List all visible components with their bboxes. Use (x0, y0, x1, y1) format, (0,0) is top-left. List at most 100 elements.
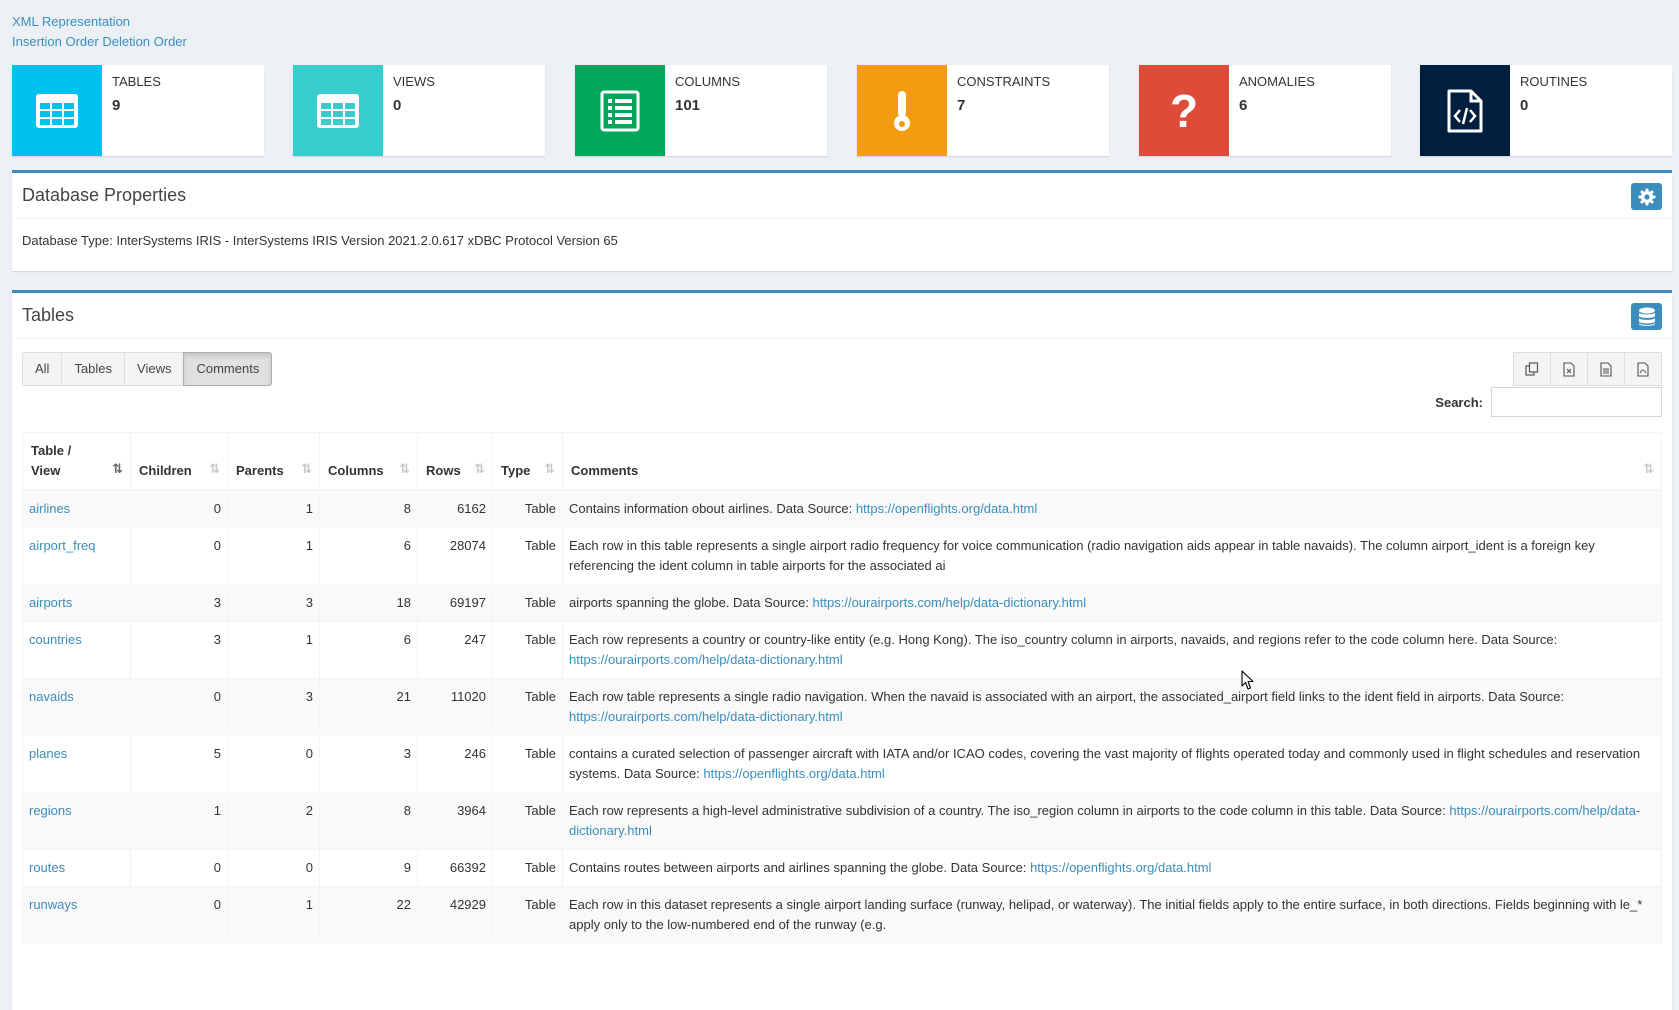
columns-count: 3 (319, 735, 418, 793)
box-title: Tables (22, 305, 75, 325)
pdf-file-icon (1637, 361, 1649, 377)
sort-icon: ⇅ (399, 461, 410, 476)
columns-count: 18 (319, 584, 418, 622)
parents-count: 1 (227, 489, 320, 528)
stat-label: ROUTINES (1520, 74, 1588, 89)
stat-value: 0 (393, 97, 402, 114)
children-count: 3 (130, 584, 228, 622)
parents-count: 0 (227, 849, 320, 887)
children-count: 0 (130, 489, 228, 528)
mouse-cursor-icon (1241, 670, 1254, 690)
tables-box: Tables All Tables Views Comments Search: (12, 290, 1672, 1010)
children-count: 0 (130, 886, 228, 944)
parents-count: 3 (227, 678, 320, 736)
table-type: Table (492, 489, 563, 528)
deletion-order-link[interactable]: Deletion Order (102, 32, 187, 52)
insertion-order-link[interactable]: Insertion Order (12, 32, 99, 52)
table-type: Table (492, 886, 563, 944)
columns-count: 6 (319, 621, 418, 679)
rows-count: 69197 (417, 584, 493, 622)
gear-icon (1638, 188, 1655, 205)
table-icon (293, 65, 383, 156)
comment-text: Each row table represents a single radio… (569, 689, 1565, 704)
csv-export-button[interactable] (1587, 352, 1625, 386)
filter-tables-button[interactable]: Tables (61, 352, 126, 386)
children-count: 0 (130, 849, 228, 887)
source-link[interactable]: https://openflights.org/data.html (703, 766, 884, 781)
header-label: Children (139, 463, 192, 478)
header-label: Type (501, 463, 531, 478)
table-row: planes 5 0 3 246 Table contains a curate… (22, 735, 1662, 793)
column-header-rows[interactable]: Rows ⇅ (417, 432, 493, 491)
table-name-link[interactable]: navaids (29, 689, 74, 704)
xml-representation-link[interactable]: XML Representation (12, 12, 130, 32)
sort-icon: ⇅ (209, 461, 220, 476)
comment-cell: Contains information obout airlines. Dat… (562, 489, 1662, 528)
stat-value: 6 (1239, 97, 1248, 114)
header-label: Table / View (31, 443, 72, 478)
parents-count: 0 (227, 735, 320, 793)
comment-cell: Each row table represents a single radio… (562, 678, 1662, 736)
source-link[interactable]: https://openflights.org/data.html (856, 501, 1037, 516)
column-header-comments[interactable]: Comments ⇅ (562, 432, 1662, 491)
settings-button[interactable] (1631, 183, 1662, 210)
children-count: 0 (130, 527, 228, 585)
filter-all-button[interactable]: All (22, 352, 63, 386)
comment-text: Each row represents a country or country… (569, 632, 1558, 647)
table-name-link[interactable]: airport_freq (29, 538, 95, 553)
copy-icon (1525, 362, 1539, 376)
table-row: airlines 0 1 8 6162 Table Contains infor… (22, 489, 1662, 528)
filter-comments-button[interactable]: Comments (183, 352, 273, 386)
comment-cell: Each row represents a country or country… (562, 621, 1662, 679)
source-link[interactable]: https://ourairports.com/help/data-dictio… (569, 709, 843, 724)
table-icon (12, 65, 102, 156)
rows-count: 6162 (417, 489, 493, 528)
copy-button[interactable] (1513, 352, 1551, 386)
table-name-link[interactable]: airports (29, 595, 72, 610)
text-file-icon (1600, 361, 1612, 377)
database-button[interactable] (1631, 303, 1662, 330)
table-filter-group: All Tables Views Comments (22, 352, 273, 386)
table-name-link[interactable]: runways (29, 897, 77, 912)
stat-value: 0 (1520, 97, 1529, 114)
rows-count: 11020 (417, 678, 493, 736)
header-label: Rows (426, 463, 461, 478)
stat-box-columns: COLUMNS 101 (575, 65, 827, 156)
stat-box-tables: TABLES 9 (12, 65, 264, 156)
children-count: 3 (130, 621, 228, 679)
table-name-link[interactable]: routes (29, 860, 65, 875)
column-header-columns[interactable]: Columns ⇅ (319, 432, 418, 491)
stat-box-constraints: CONSTRAINTS 7 (857, 65, 1109, 156)
stat-box-routines: ROUTINES 0 (1420, 65, 1672, 156)
column-header-table-view[interactable]: Table / View ⇅ (22, 432, 131, 491)
table-row: runways 0 1 22 42929 Table Each row in t… (22, 886, 1662, 944)
search-input[interactable] (1491, 387, 1662, 417)
table-name-link[interactable]: planes (29, 746, 67, 761)
table-row: regions 1 2 8 3964 Table Each row repres… (22, 792, 1662, 850)
stats-row: TABLES 9 VIEWS 0 COLUMNS 101 CONSTRAINTS… (12, 65, 1672, 156)
columns-count: 9 (319, 849, 418, 887)
stat-value: 7 (957, 97, 966, 114)
source-link[interactable]: https://openflights.org/data.html (1030, 860, 1211, 875)
excel-export-button[interactable] (1550, 352, 1588, 386)
list-icon (575, 65, 665, 156)
stat-label: COLUMNS (675, 74, 741, 89)
parents-count: 1 (227, 527, 320, 585)
search-label: Search: (1435, 394, 1483, 410)
stat-box-views: VIEWS 0 (293, 65, 545, 156)
comment-text: Each row in this table represents a sing… (569, 538, 1595, 573)
table-name-link[interactable]: regions (29, 803, 72, 818)
source-link[interactable]: https://ourairports.com/help/data-dictio… (569, 652, 843, 667)
source-link[interactable]: https://ourairports.com/help/data-dictio… (813, 595, 1087, 610)
column-header-parents[interactable]: Parents ⇅ (227, 432, 320, 491)
column-header-type[interactable]: Type ⇅ (492, 432, 563, 491)
table-type: Table (492, 678, 563, 736)
table-name-link[interactable]: countries (29, 632, 82, 647)
table-name-link[interactable]: airlines (29, 501, 70, 516)
filter-views-button[interactable]: Views (124, 352, 185, 386)
comment-text: Contains routes between airports and air… (569, 860, 1031, 875)
column-header-children[interactable]: Children ⇅ (130, 432, 228, 491)
top-links: XML Representation Insertion Order Delet… (12, 12, 187, 52)
table-type: Table (492, 621, 563, 679)
pdf-export-button[interactable] (1624, 352, 1662, 386)
